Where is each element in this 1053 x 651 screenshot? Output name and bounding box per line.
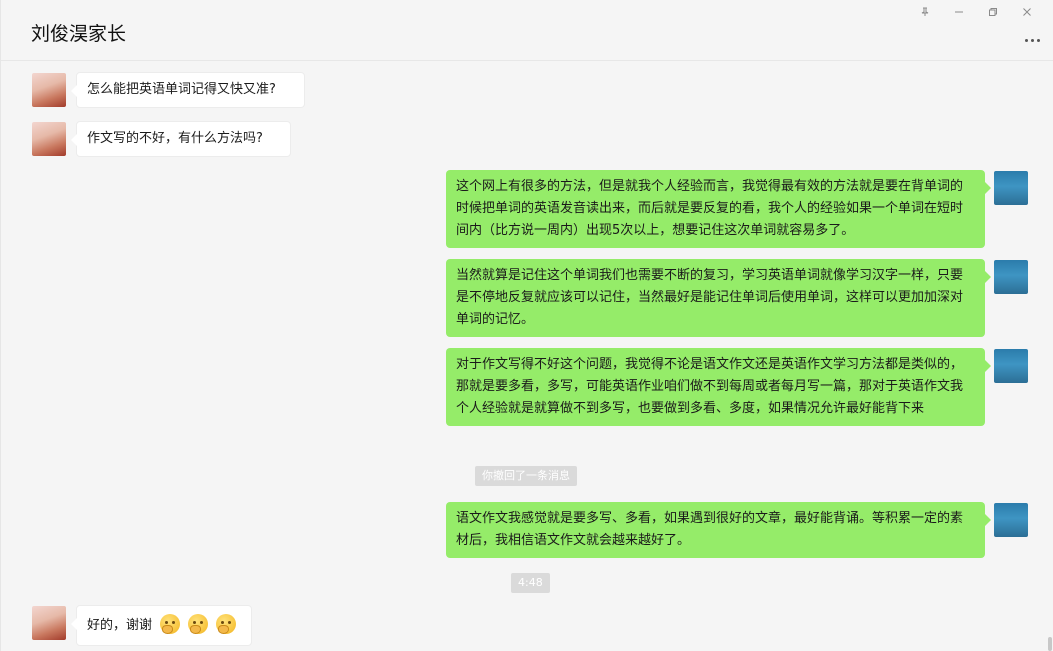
received-message: 怎么能把英语单词记得又快又准? bbox=[71, 72, 305, 108]
thinking-face-icon bbox=[188, 614, 209, 634]
message-text: 作文写的不好，有什么方法吗? bbox=[87, 131, 263, 146]
contact-avatar[interactable] bbox=[32, 73, 66, 107]
thinking-face-icon bbox=[160, 614, 181, 634]
sent-message: 语文作文我感觉就是要多写、多看，如果遇到很好的文章，最好能背诵。等积累一定的素材… bbox=[446, 502, 991, 558]
scrollbar[interactable] bbox=[1048, 637, 1052, 651]
message-list: 怎么能把英语单词记得又快又准? 作文写的不好，有什么方法吗? 这个网上有很多的方… bbox=[1, 60, 1053, 651]
timestamp: 4:48 bbox=[511, 573, 550, 593]
minimize-icon[interactable] bbox=[942, 4, 976, 20]
thinking-face-icon bbox=[216, 614, 237, 634]
message-text: 语文作文我感觉就是要多写、多看，如果遇到很好的文章，最好能背诵。等积累一定的素材… bbox=[456, 511, 964, 548]
chat-header: 刘俊淏家长 bbox=[1, 0, 1053, 61]
sent-message: 当然就算是记住这个单词我们也需要不断的复习，学习英语单词就像学习汉字一样，只要是… bbox=[446, 259, 991, 337]
more-icon[interactable] bbox=[1022, 34, 1042, 46]
received-message: 好的，谢谢 bbox=[71, 605, 252, 646]
message-text: 好的，谢谢 bbox=[87, 618, 153, 633]
my-avatar[interactable] bbox=[994, 503, 1028, 537]
chat-title: 刘俊淏家长 bbox=[31, 23, 127, 45]
message-text: 这个网上有很多的方法，但是就我个人经验而言，我觉得最有效的方法就是要在背单词的时… bbox=[456, 179, 964, 238]
my-avatar[interactable] bbox=[994, 349, 1028, 383]
message-text: 对于作文写得不好这个问题，我觉得不论是语文作文还是英语作文学习方法都是类似的，那… bbox=[456, 357, 964, 416]
received-message: 作文写的不好，有什么方法吗? bbox=[71, 121, 291, 157]
sent-message: 这个网上有很多的方法，但是就我个人经验而言，我觉得最有效的方法就是要在背单词的时… bbox=[446, 170, 991, 248]
pin-icon[interactable] bbox=[908, 4, 942, 20]
chat-window: 刘俊淏家长 怎么能把英语单词记得又快又准? 作文写的不好，有什么方法吗? 这个网… bbox=[0, 0, 1053, 651]
my-avatar[interactable] bbox=[994, 260, 1028, 294]
close-icon[interactable] bbox=[1010, 4, 1044, 20]
message-text: 怎么能把英语单词记得又快又准? bbox=[87, 82, 276, 97]
window-controls bbox=[908, 4, 1044, 20]
recall-notice: 你撤回了一条消息 bbox=[475, 466, 577, 486]
contact-avatar[interactable] bbox=[32, 606, 66, 640]
sent-message: 对于作文写得不好这个问题，我觉得不论是语文作文还是英语作文学习方法都是类似的，那… bbox=[446, 348, 991, 426]
message-text: 当然就算是记住这个单词我们也需要不断的复习，学习英语单词就像学习汉字一样，只要是… bbox=[456, 268, 964, 327]
my-avatar[interactable] bbox=[994, 171, 1028, 205]
contact-avatar[interactable] bbox=[32, 122, 66, 156]
restore-icon[interactable] bbox=[976, 4, 1010, 20]
